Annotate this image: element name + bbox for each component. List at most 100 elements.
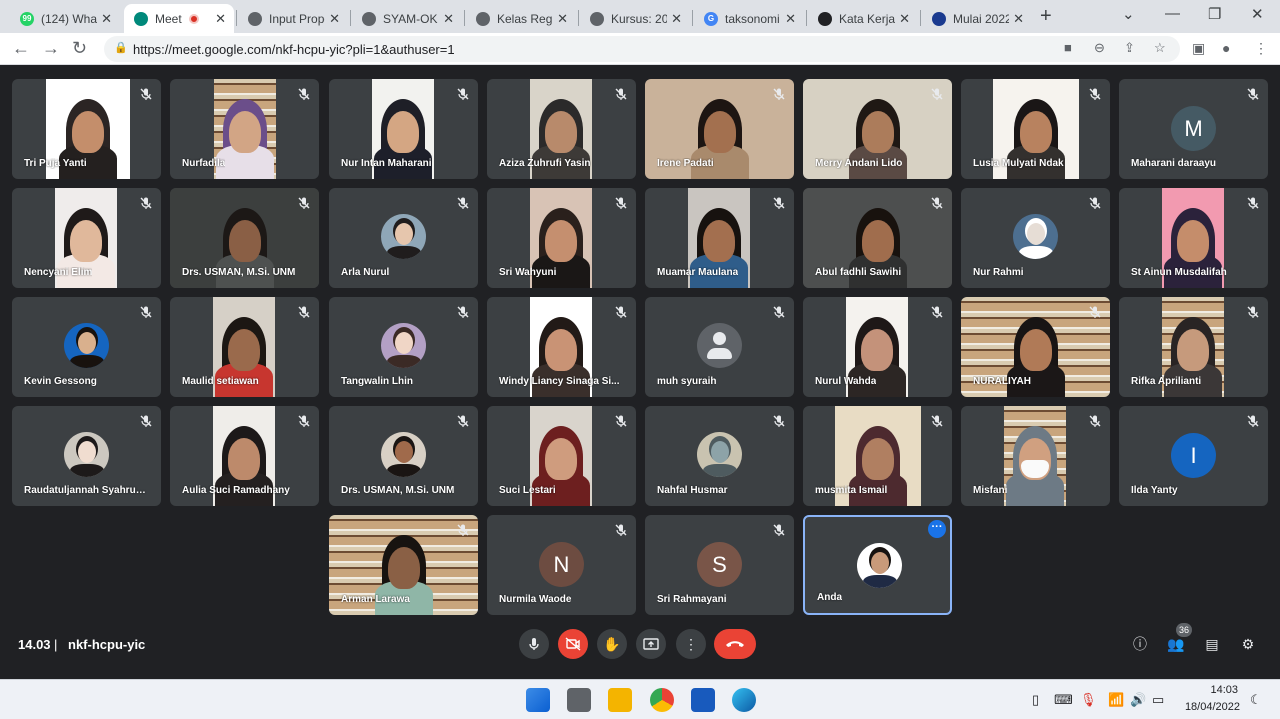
browser-tab[interactable]: Meet - nkf-hcpu-yic ✕ (124, 4, 234, 33)
end-call-button[interactable] (714, 629, 756, 659)
tray-usb-icon[interactable]: ▯ (1032, 692, 1039, 708)
participant-tile[interactable]: M Maharani daraayu (1119, 79, 1268, 179)
participant-tile[interactable]: Drs. USMAN, M.Si. UNM (329, 406, 478, 506)
participant-tile[interactable]: Tangwalin Lhin (329, 297, 478, 397)
new-tab-button[interactable]: + (1040, 5, 1052, 28)
more-options-button[interactable]: ⋮ (676, 629, 706, 659)
participant-tile[interactable]: St Ainun Musdalifah (1119, 188, 1268, 288)
participant-tile[interactable]: Abul fadhli Sawihi (803, 188, 952, 288)
file-explorer-icon[interactable] (608, 688, 632, 712)
tab-search-icon[interactable]: ⌄ (1122, 5, 1135, 23)
word-icon[interactable] (691, 688, 715, 712)
participant-tile[interactable]: muh syuraih (645, 297, 794, 397)
close-tab-icon[interactable]: ✕ (329, 11, 340, 27)
participant-tile[interactable]: N Nurmila Waode (487, 515, 636, 615)
menu-icon[interactable]: ⋮ (1254, 40, 1268, 57)
participant-tile[interactable]: Tri Puja Yanti (12, 79, 161, 179)
wifi-icon[interactable]: 📶 (1108, 692, 1124, 708)
participant-tile[interactable]: musmita Ismail (803, 406, 952, 506)
participant-tile[interactable]: NURALIYAH (961, 297, 1110, 397)
meeting-info-icon[interactable]: ⓘ (1130, 634, 1150, 654)
extension-icon[interactable]: ● (1222, 40, 1230, 56)
close-tab-icon[interactable]: ✕ (785, 11, 796, 27)
google-icon: G (704, 11, 718, 26)
raise-hand-button[interactable]: ✋ (597, 629, 627, 659)
camera-permission-icon[interactable]: ■ (1064, 40, 1072, 55)
reload-icon[interactable]: ↻ (72, 38, 87, 59)
participant-tile[interactable]: Raudatuljannah Syahrudin (12, 406, 161, 506)
participant-tile[interactable]: Nencyani Elim (12, 188, 161, 288)
participant-tile[interactable]: Aziza Zuhrufi Yasin (487, 79, 636, 179)
present-button[interactable] (636, 629, 666, 659)
camera-button[interactable] (558, 629, 588, 659)
close-tab-icon[interactable]: ✕ (1013, 11, 1024, 27)
participant-tile[interactable]: Muamar Maulana (645, 188, 794, 288)
participant-tile[interactable]: Anda ··· (803, 515, 952, 615)
close-tab-icon[interactable]: ✕ (671, 11, 682, 27)
participant-tile[interactable]: Nur Intan Maharani (329, 79, 478, 179)
chrome-icon[interactable] (650, 688, 674, 712)
battery-icon[interactable]: ▭ (1152, 692, 1164, 708)
close-tab-icon[interactable]: ✕ (899, 11, 910, 27)
browser-tab[interactable]: SYAM-OK ✕ (352, 4, 462, 33)
browser-tab[interactable]: Kata Kerja ✕ (808, 4, 918, 33)
maximize-icon[interactable]: ❐ (1208, 5, 1221, 23)
omnibox[interactable]: 🔒 https://meet.google.com/nkf-hcpu-yic?p… (104, 36, 1180, 62)
taskbar-date[interactable]: 18/04/2022 (1176, 701, 1240, 713)
participant-tile[interactable]: Nurfadila (170, 79, 319, 179)
browser-tab[interactable]: Kelas Reguler ✕ (466, 4, 576, 33)
tray-mic-icon[interactable]: 🎙 (1080, 692, 1097, 708)
participant-tile[interactable]: Drs. USMAN, M.Si. UNM (170, 188, 319, 288)
notification-icon[interactable]: ☾ (1250, 692, 1262, 708)
participant-tile[interactable]: Maulid setiawan (170, 297, 319, 397)
close-window-icon[interactable]: ✕ (1251, 5, 1264, 23)
participant-tile[interactable]: Irene Padati (645, 79, 794, 179)
close-tab-icon[interactable]: ✕ (215, 11, 226, 27)
participant-tile[interactable]: Rifka Aprilianti (1119, 297, 1268, 397)
tray-language-icon[interactable]: ⌨ (1054, 692, 1073, 708)
participant-tile[interactable]: Arman Larawa (329, 515, 478, 615)
close-tab-icon[interactable]: ✕ (101, 11, 112, 27)
side-panel-icon[interactable]: ▣ (1192, 40, 1205, 57)
participant-tile[interactable]: I Ilda Yanty (1119, 406, 1268, 506)
bookmark-star-icon[interactable]: ☆ (1154, 40, 1166, 56)
share-icon[interactable]: ⇪ (1124, 40, 1135, 56)
tile-more-options-icon[interactable]: ··· (928, 520, 946, 538)
start-icon[interactable] (526, 688, 550, 712)
browser-tab[interactable]: Input Proposal ✕ (238, 4, 348, 33)
close-tab-icon[interactable]: ✕ (443, 11, 454, 27)
taskbar-time[interactable]: 14:03 (1188, 684, 1238, 696)
participant-tile[interactable]: Nahfal Husmar (645, 406, 794, 506)
back-icon[interactable]: ← (12, 38, 30, 59)
participant-tile[interactable]: Nur Rahmi (961, 188, 1110, 288)
people-count-badge: 36 (1176, 623, 1192, 637)
browser-tab[interactable]: 99 (124) WhatsApp ✕ (10, 4, 120, 33)
participant-tile[interactable]: Windy Liancy Sinaga Si... (487, 297, 636, 397)
close-tab-icon[interactable]: ✕ (557, 11, 568, 27)
forward-icon[interactable]: → (42, 38, 60, 59)
participant-name: Muamar Maulana (657, 267, 739, 278)
browser-tab[interactable]: Gtaksonomi ✕ (694, 4, 804, 33)
browser-tab[interactable]: Mulai 2022 ✕ (922, 4, 1032, 33)
mic-button[interactable] (519, 629, 549, 659)
participant-tile[interactable]: Merry Andani Lido (803, 79, 952, 179)
edge-icon[interactable] (732, 688, 756, 712)
zoom-icon[interactable]: ⊖ (1094, 40, 1105, 56)
people-icon[interactable]: 👥 (1166, 634, 1186, 654)
participant-tile[interactable]: Lusia Mulyati Ndak (961, 79, 1110, 179)
participant-tile[interactable]: Suci Lestari (487, 406, 636, 506)
minimize-icon[interactable]: — (1165, 5, 1180, 22)
participant-tile[interactable]: Misfani (961, 406, 1110, 506)
participant-tile[interactable]: Sri Wahyuni (487, 188, 636, 288)
browser-tab[interactable]: Kursus: 2022 ✕ (580, 4, 690, 33)
url-text[interactable]: https://meet.google.com/nkf-hcpu-yic?pli… (133, 42, 455, 57)
activities-icon[interactable]: ⚙ (1238, 634, 1258, 654)
participant-tile[interactable]: Nurul Wahda (803, 297, 952, 397)
participant-tile[interactable]: Arla Nurul (329, 188, 478, 288)
participant-tile[interactable]: S Sri Rahmayani (645, 515, 794, 615)
participant-tile[interactable]: Aulia Suci Ramadhany (170, 406, 319, 506)
participant-tile[interactable]: Kevin Gessong (12, 297, 161, 397)
chat-icon[interactable]: ▤ (1202, 634, 1222, 654)
volume-icon[interactable]: 🔊 (1130, 692, 1146, 708)
task-view-icon[interactable] (567, 688, 591, 712)
